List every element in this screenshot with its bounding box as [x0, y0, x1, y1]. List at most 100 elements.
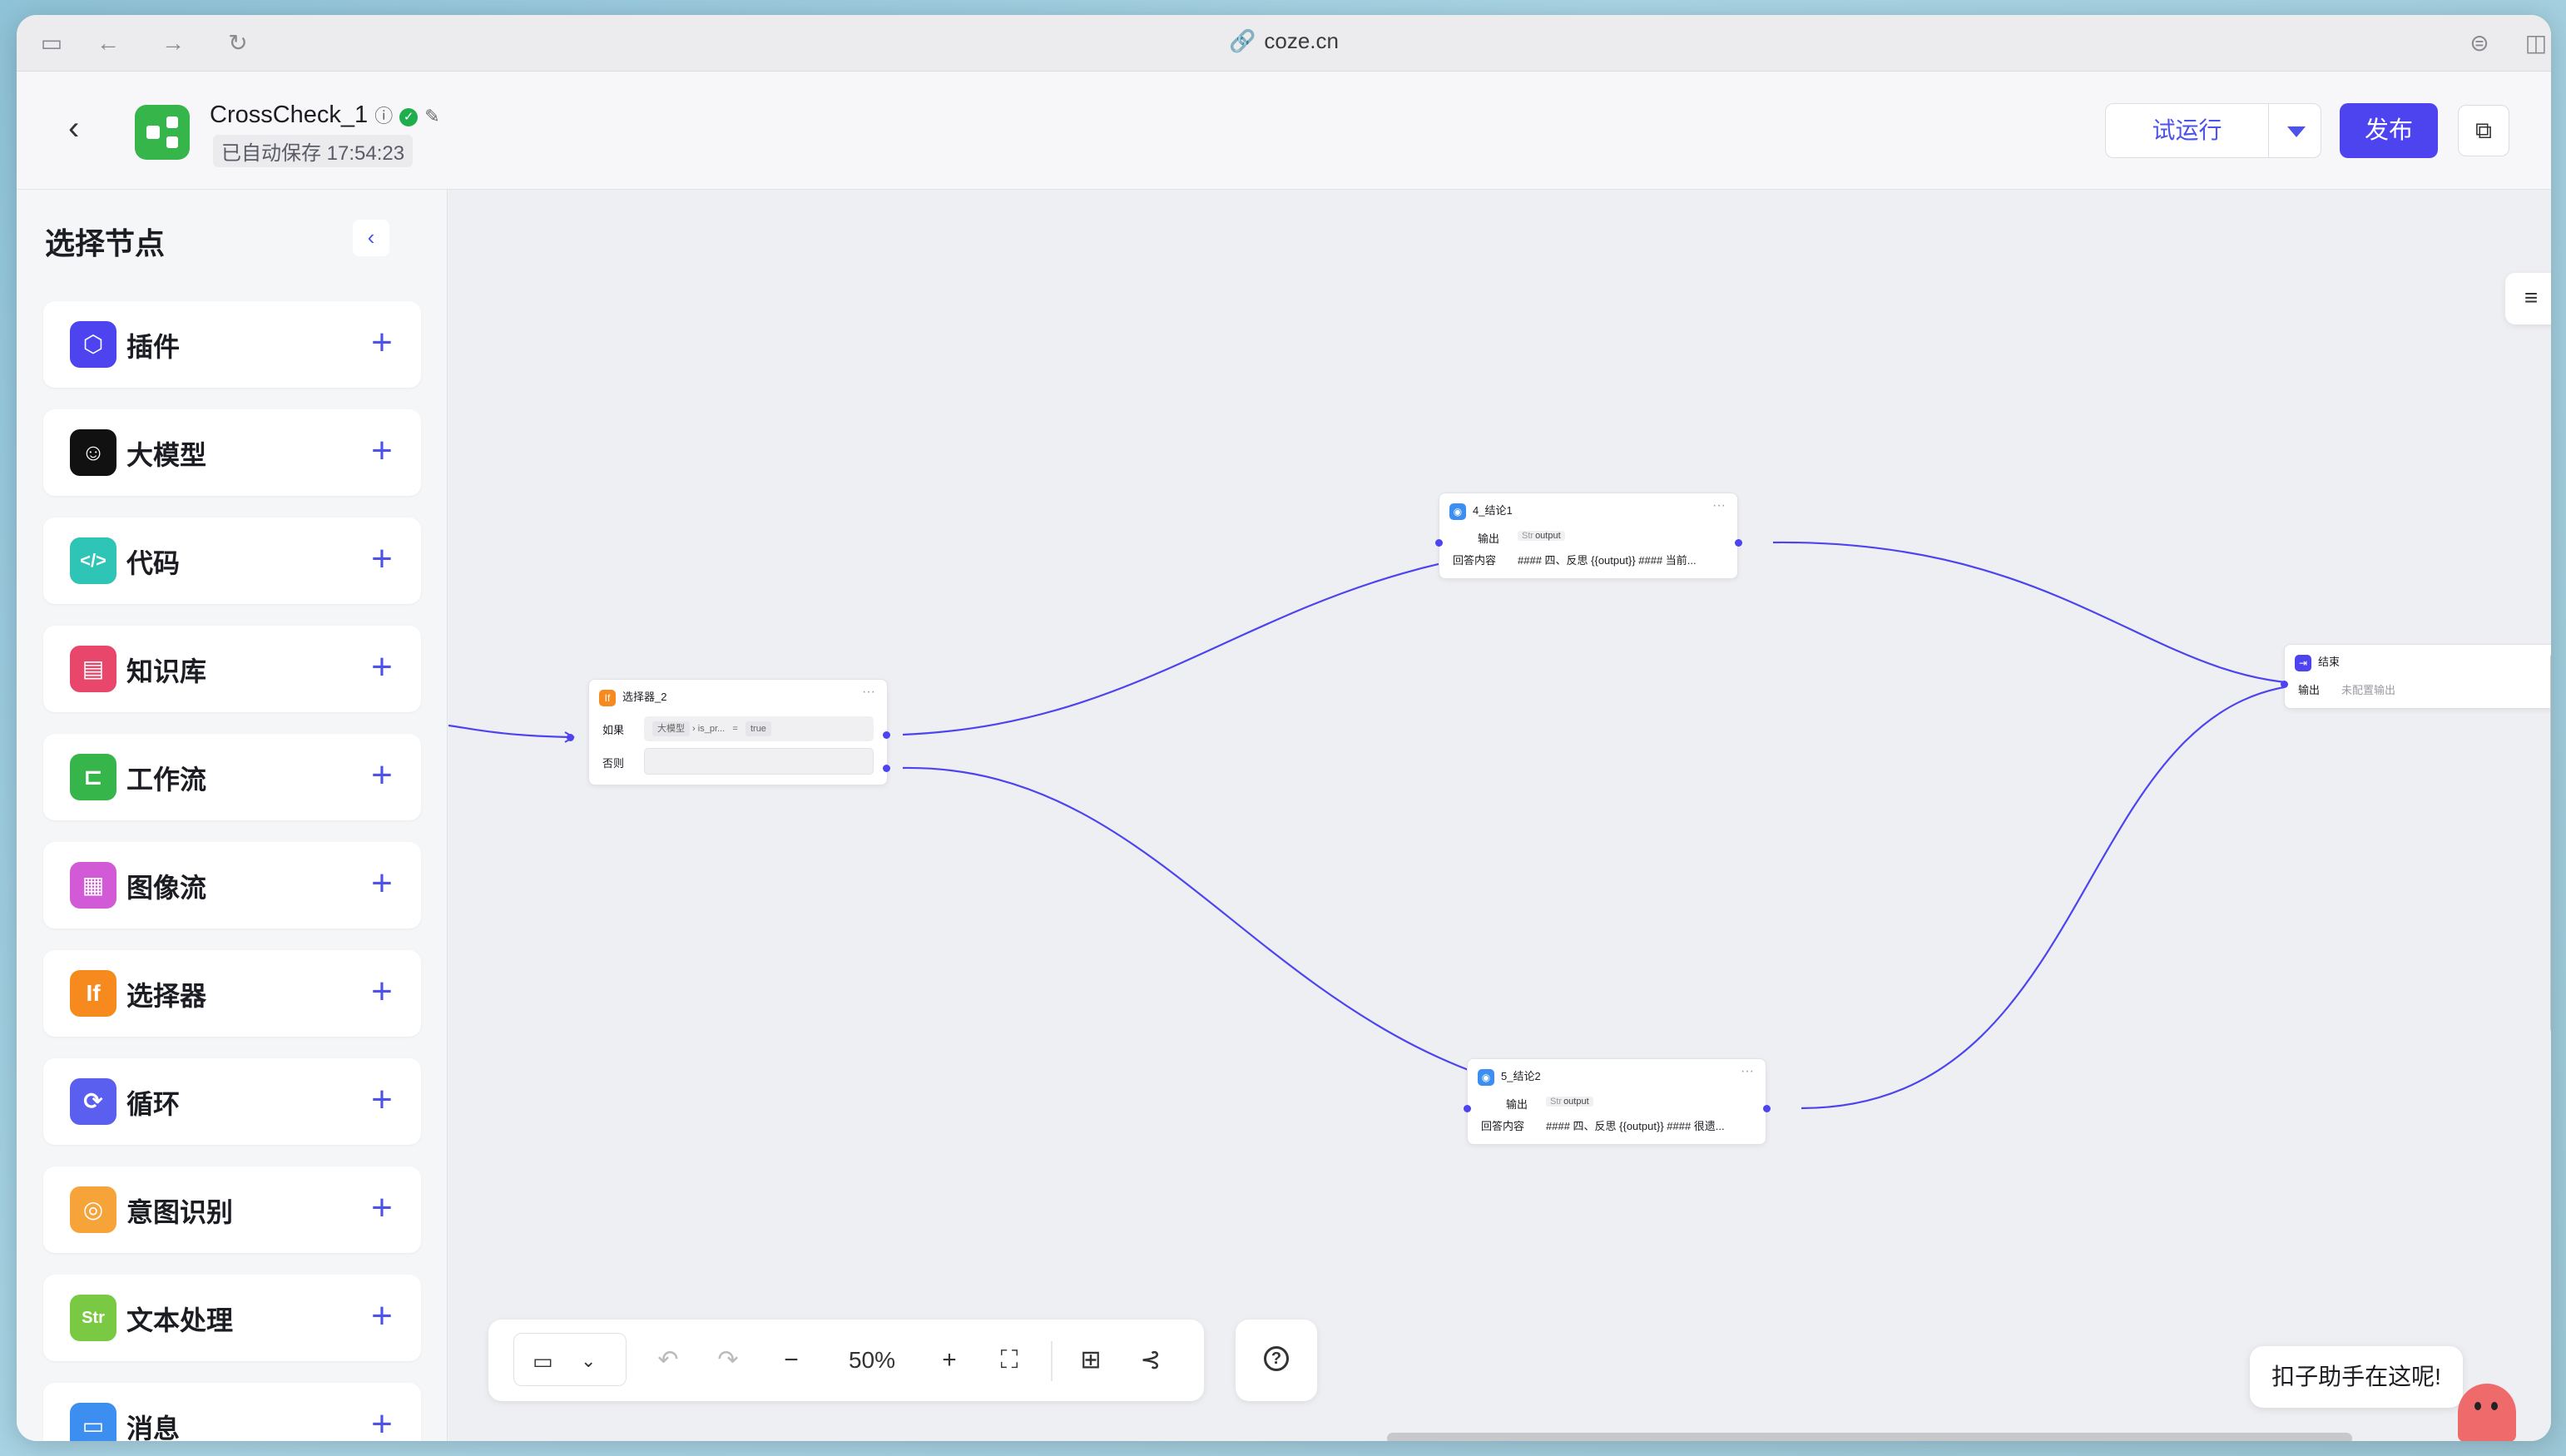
link-icon: 🔗 — [1229, 28, 1256, 53]
sidebar-title: 选择节点 — [45, 226, 166, 260]
end-node[interactable]: ⇥ 结束 输出 未配置输出 — [2284, 644, 2551, 709]
assistant-bubble[interactable]: 扣子助手在这呢! — [2250, 1346, 2463, 1408]
else-output-port[interactable] — [883, 765, 890, 772]
node-item-plugin[interactable]: ⬡ 插件 + — [43, 301, 421, 388]
divider — [1051, 1341, 1053, 1381]
node-item-label: 意图识别 — [126, 1197, 234, 1227]
conclusion2-node[interactable]: ◉ 5_结论2 ··· 输出 Str output 回答内容 #### 四、反思 {… — [1467, 1058, 1766, 1145]
auto-layout-icon[interactable]: ⊞ — [1074, 1340, 1107, 1381]
output-name: output — [1563, 1097, 1589, 1107]
output-port[interactable] — [1735, 539, 1742, 547]
node-item-workflow[interactable]: ⊏ 工作流 + — [43, 734, 421, 820]
input-port[interactable] — [2281, 681, 2288, 688]
assistant-mascot-icon[interactable] — [2458, 1384, 2516, 1441]
zoom-out-icon[interactable]: − — [775, 1340, 808, 1381]
conclusion1-node[interactable]: ◉ 4_结论1 ··· 输出 Str output 回答内容 #### 四、反思 {… — [1439, 493, 1738, 579]
node-item-intent[interactable]: ◎ 意图识别 + — [43, 1166, 421, 1253]
if-output-port[interactable] — [883, 731, 890, 739]
node-item-llm[interactable]: ☺ 大模型 + — [43, 409, 421, 496]
code-icon: </> — [70, 537, 116, 584]
zoom-level[interactable]: 50% — [835, 1340, 909, 1381]
condition-value: true — [745, 721, 771, 736]
input-port[interactable] — [567, 734, 574, 741]
knowledge-icon: ▤ — [70, 646, 116, 692]
workflow-canvas[interactable]: If 选择器_2 ··· 如果 大模型 › is_pr... = true 否则 … — [448, 190, 2551, 1441]
add-icon[interactable]: + — [363, 426, 401, 476]
line-style-icon[interactable]: ⊰ — [1134, 1340, 1167, 1381]
node-item-text-process[interactable]: Str 文本处理 + — [43, 1275, 421, 1361]
node-header: ◉ 4_结论1 — [1449, 502, 1513, 520]
add-icon[interactable]: + — [363, 1075, 401, 1125]
node-item-label: 消息 — [126, 1414, 181, 1441]
add-icon[interactable]: + — [363, 967, 401, 1017]
output-port[interactable] — [1763, 1105, 1771, 1112]
condition-var: is_pr... — [697, 724, 726, 734]
edge-conclusion2-to-end — [1801, 682, 2321, 1110]
condition-row[interactable]: 大模型 › is_pr... = true — [644, 716, 874, 741]
app-title: CrossCheck_1 ⓘ ✓ ✎ — [210, 102, 440, 129]
node-item-label: 文本处理 — [126, 1305, 234, 1335]
node-header: If 选择器_2 — [599, 688, 666, 706]
node-title: 结束 — [2318, 656, 2341, 668]
selector-icon: If — [599, 689, 616, 706]
redo-icon[interactable]: ↷ — [711, 1340, 745, 1381]
help-icon: ? — [1264, 1346, 1289, 1371]
message-icon: ▭ — [70, 1403, 116, 1441]
collapse-sidebar-icon[interactable]: ‹ — [353, 220, 389, 256]
undo-icon[interactable]: ↶ — [651, 1340, 685, 1381]
add-icon[interactable]: + — [363, 534, 401, 584]
output-label: 输出 — [1478, 532, 1500, 545]
edge-conclusion1-to-end — [1772, 541, 2321, 686]
node-item-label: 代码 — [126, 548, 181, 578]
info-icon[interactable]: ⓘ — [374, 106, 393, 126]
url-text: coze.cn — [1264, 28, 1339, 53]
publish-button[interactable]: 发布 — [2340, 103, 2438, 158]
address-bar[interactable]: 🔗 coze.cn — [17, 28, 2551, 54]
node-item-message[interactable]: ▭ 消息 + — [43, 1383, 421, 1441]
add-icon[interactable]: + — [363, 859, 401, 909]
back-chevron-icon[interactable]: ‹ — [68, 103, 102, 153]
more-options-icon[interactable]: ··· — [862, 685, 875, 700]
input-port[interactable] — [1435, 539, 1443, 547]
horizontal-scrollbar[interactable] — [1387, 1433, 2352, 1441]
vertical-scrollbar[interactable] — [2550, 651, 2551, 1034]
app-name: CrossCheck_1 — [210, 102, 369, 128]
edit-icon[interactable]: ✎ — [424, 106, 439, 126]
add-icon[interactable]: + — [363, 750, 401, 800]
node-header: ⇥ 结束 — [2295, 653, 2340, 671]
minimap-toggle[interactable]: ▭ ⌄ — [513, 1333, 627, 1386]
more-options-icon[interactable]: ··· — [1712, 498, 1726, 513]
panel-toggle-icon[interactable]: ≡ — [2505, 273, 2551, 324]
node-item-selector[interactable]: If 选择器 + — [43, 950, 421, 1037]
add-icon[interactable]: + — [363, 1183, 401, 1233]
selector-node[interactable]: If 选择器_2 ··· 如果 大模型 › is_pr... = true 否则 — [588, 679, 888, 785]
split-view-icon[interactable]: ◫ — [2523, 30, 2549, 57]
node-item-knowledge[interactable]: ▤ 知识库 + — [43, 626, 421, 712]
edge-else-to-conclusion2 — [902, 766, 1676, 1110]
canvas-toolbar: ▭ ⌄ ↶ ↷ − 50% + ⛶ ⊞ ⊰ — [488, 1320, 1204, 1401]
add-icon[interactable]: + — [363, 642, 401, 692]
try-run-button[interactable]: 试运行 — [2105, 103, 2268, 158]
app-header: ‹ CrossCheck_1 ⓘ ✓ ✎ 已自动保存 17:54:23 试运行 发布 … — [17, 72, 2551, 190]
input-port[interactable] — [1464, 1105, 1471, 1112]
node-item-code[interactable]: </> 代码 + — [43, 518, 421, 604]
help-button[interactable]: ? — [1236, 1320, 1317, 1401]
zoom-in-icon[interactable]: + — [933, 1340, 966, 1381]
node-item-label: 循环 — [126, 1089, 181, 1119]
node-item-imageflow[interactable]: ▦ 图像流 + — [43, 842, 421, 929]
more-options-icon[interactable]: ··· — [1741, 1064, 1754, 1079]
autosave-badge: 已自动保存 17:54:23 — [213, 135, 414, 167]
selector-icon: If — [70, 970, 116, 1017]
output-label: 输出 — [2298, 684, 2321, 696]
try-run-dropdown-icon[interactable] — [2268, 103, 2321, 158]
fit-view-icon[interactable]: ⛶ — [993, 1340, 1026, 1381]
output-type: Str — [1522, 531, 1534, 541]
extension-icon[interactable]: ⊜ — [2466, 30, 2493, 57]
add-icon[interactable]: + — [363, 1399, 401, 1441]
node-item-loop[interactable]: ⟳ 循环 + — [43, 1058, 421, 1145]
message-icon: ◉ — [1449, 503, 1466, 520]
add-icon[interactable]: + — [363, 318, 401, 368]
answer-label: 回答内容 — [1453, 554, 1497, 567]
add-icon[interactable]: + — [363, 1291, 401, 1341]
copy-icon[interactable]: ⧉ — [2458, 105, 2509, 156]
